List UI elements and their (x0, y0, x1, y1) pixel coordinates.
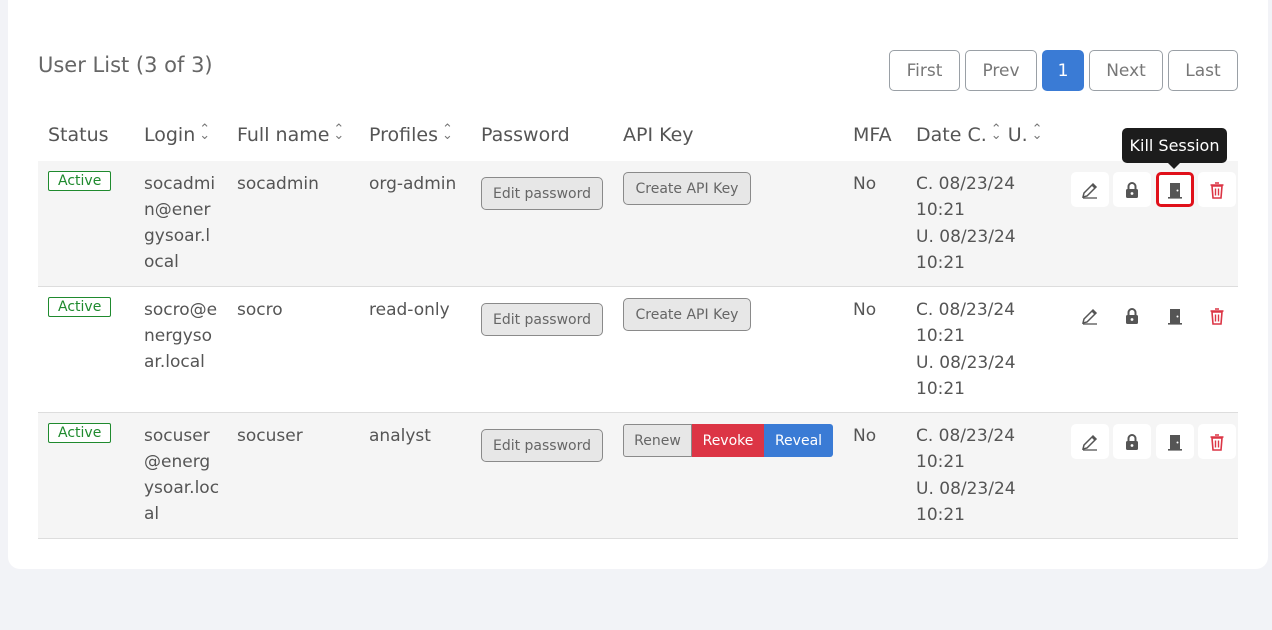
kill-session-button[interactable] (1156, 172, 1194, 207)
edit-password-button[interactable]: Edit password (481, 429, 603, 462)
sort-icon: ⌃ ⌄ (199, 121, 211, 143)
status-badge: Active (48, 171, 112, 191)
trash-icon (1210, 181, 1224, 199)
fullname-cell: socadmin (237, 174, 319, 194)
api-key-actions: Renew Revoke Reveal (623, 424, 833, 457)
delete-user-button[interactable] (1198, 172, 1236, 207)
pencil-icon (1081, 182, 1098, 199)
column-fullname[interactable]: Full name ⌃ ⌄ (237, 121, 345, 147)
lock-icon (1126, 181, 1138, 198)
kill-session-tooltip: Kill Session (1122, 128, 1227, 169)
page-1-button[interactable]: 1 (1042, 50, 1084, 91)
login-cell: socro@energysoar.local (144, 300, 218, 372)
kill-session-button[interactable] (1156, 424, 1194, 459)
delete-user-button[interactable] (1198, 298, 1236, 333)
sort-icon: ⌃ ⌄ (333, 121, 345, 143)
created-date: C. 08/23/24 10:21 (916, 300, 1016, 346)
next-page-button[interactable]: Next (1089, 50, 1163, 91)
created-date: C. 08/23/24 10:21 (916, 426, 1016, 472)
column-login[interactable]: Login ⌃ ⌄ (144, 121, 211, 147)
first-page-button[interactable]: First (889, 50, 960, 91)
sort-icon: ⌃ ⌄ (441, 121, 453, 143)
edit-password-button[interactable]: Edit password (481, 177, 603, 210)
door-icon (1168, 308, 1182, 325)
created-date: C. 08/23/24 10:21 (916, 174, 1016, 220)
column-profiles[interactable]: Profiles ⌃ ⌄ (369, 121, 453, 147)
prev-page-button[interactable]: Prev (965, 50, 1037, 91)
table-row: Active socro@energysoar.local socro read… (38, 287, 1238, 413)
door-icon (1168, 182, 1182, 199)
revoke-api-key-button[interactable]: Revoke (692, 424, 764, 457)
create-api-key-button[interactable]: Create API Key (623, 172, 751, 205)
edit-user-button[interactable] (1071, 172, 1109, 207)
profile-cell: read-only (369, 300, 450, 320)
profile-cell: org-admin (369, 174, 457, 194)
edit-user-button[interactable] (1071, 424, 1109, 459)
login-cell: socuser@energysoar.local (144, 426, 220, 524)
status-badge: Active (48, 423, 112, 443)
updated-date: U. 08/23/24 10:21 (916, 479, 1016, 525)
lock-icon (1126, 307, 1138, 324)
mfa-cell: No (853, 300, 877, 320)
trash-icon (1210, 307, 1224, 325)
login-cell: socadmin@energysoar.local (144, 174, 216, 272)
column-dates[interactable]: Date C. ⌃ ⌄ U. ⌃ ⌄ (916, 121, 1043, 147)
column-password: Password (481, 124, 570, 146)
create-api-key-button[interactable]: Create API Key (623, 298, 751, 331)
column-apikey: API Key (623, 124, 694, 146)
kill-session-button[interactable] (1156, 298, 1194, 333)
pencil-icon (1081, 434, 1098, 451)
pencil-icon (1081, 308, 1098, 325)
lock-user-button[interactable] (1113, 172, 1151, 207)
sort-icon: ⌃ ⌄ (1031, 121, 1043, 143)
reveal-api-key-button[interactable]: Reveal (764, 424, 833, 457)
table-row: Active socuser@energysoar.local socuser … (38, 413, 1238, 539)
updated-date: U. 08/23/24 10:21 (916, 353, 1016, 399)
lock-user-button[interactable] (1113, 424, 1151, 459)
lock-user-button[interactable] (1113, 298, 1151, 333)
sort-icon: ⌃ ⌄ (990, 121, 1002, 143)
column-status: Status (48, 124, 109, 146)
lock-icon (1126, 433, 1138, 450)
door-icon (1168, 434, 1182, 451)
mfa-cell: No (853, 174, 877, 194)
page-title: User List (3 of 3) (38, 53, 213, 77)
mfa-cell: No (853, 426, 877, 446)
last-page-button[interactable]: Last (1168, 50, 1238, 91)
edit-password-button[interactable]: Edit password (481, 303, 603, 336)
renew-api-key-button[interactable]: Renew (623, 424, 692, 457)
updated-date: U. 08/23/24 10:21 (916, 227, 1016, 273)
fullname-cell: socro (237, 300, 283, 320)
table-row: Active socadmin@energysoar.local socadmi… (38, 161, 1238, 287)
column-mfa: MFA (853, 124, 892, 146)
status-badge: Active (48, 297, 112, 317)
fullname-cell: socuser (237, 426, 303, 446)
profile-cell: analyst (369, 426, 431, 446)
trash-icon (1210, 433, 1224, 451)
delete-user-button[interactable] (1198, 424, 1236, 459)
edit-user-button[interactable] (1071, 298, 1109, 333)
